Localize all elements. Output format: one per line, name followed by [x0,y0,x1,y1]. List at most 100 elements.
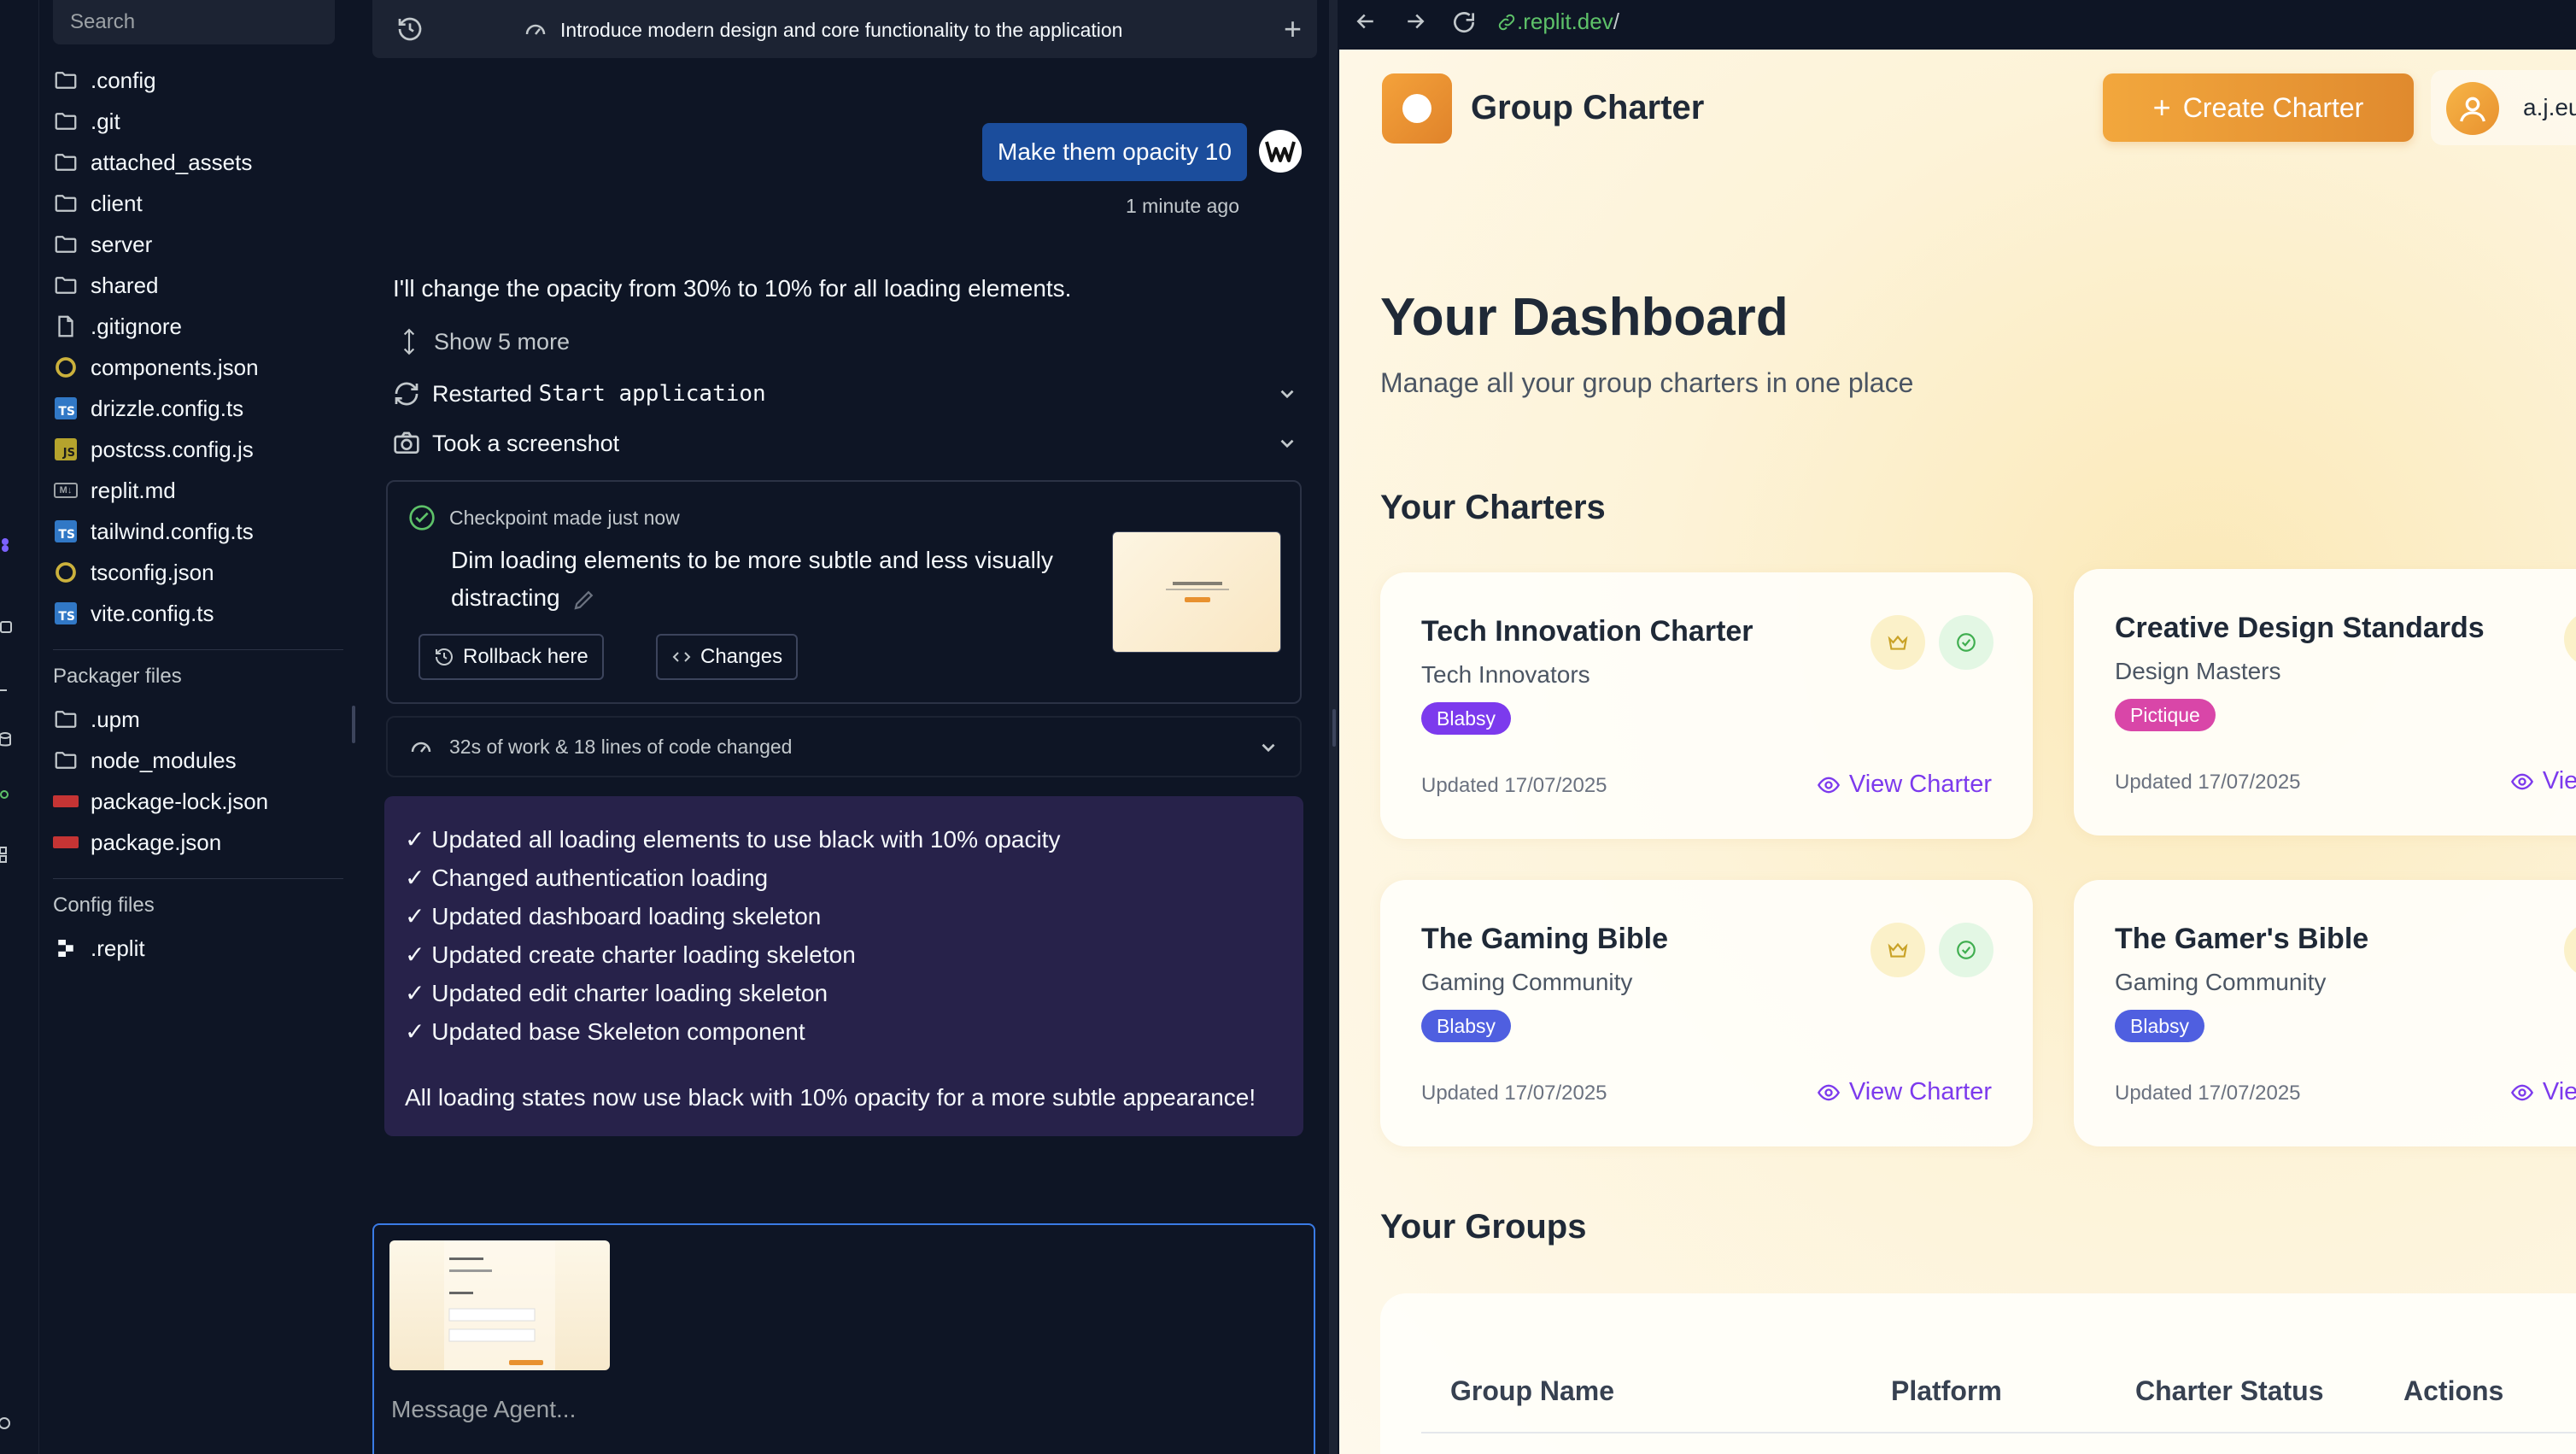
back-icon[interactable] [1353,9,1379,41]
folder-icon [53,191,79,216]
charter-card[interactable]: Creative Design Standards Design Masters P… [2074,569,2576,835]
settings-icon[interactable] [0,1415,17,1432]
user-name[interactable]: a.j.eu [2523,94,2576,121]
url-path: / [1613,9,1619,34]
file-tree-item[interactable]: components.json [53,347,343,388]
eye-icon [1817,1084,1840,1100]
table-header-charter-status[interactable]: Charter Status [2135,1375,2324,1407]
agent-icon[interactable] [0,536,17,554]
typescript-icon: TS [53,519,79,544]
view-charter-link[interactable]: View Charter [2510,1078,2576,1106]
panel-resize-handle[interactable] [1332,709,1336,747]
charter-title: Tech Innovation Charter [1421,615,1753,648]
folder-icon [53,232,79,257]
file-tree-label: .gitignore [91,313,182,339]
message-timestamp: 1 minute ago [1126,195,1239,217]
git-icon[interactable] [0,789,17,806]
file-tree-label: tsconfig.json [91,559,214,585]
file-tree-label: .upm [91,706,140,732]
create-charter-button[interactable]: + Create Charter [2103,73,2414,142]
message-composer[interactable]: Message Agent... [372,1223,1315,1454]
history-icon[interactable] [396,15,424,47]
pencil-icon[interactable] [571,587,597,613]
folder-icon [53,108,79,134]
folder-icon [53,706,79,732]
new-chat-button[interactable]: + [1284,14,1302,44]
file-tree-item[interactable]: server [53,224,343,265]
file-tree-label: package.json [91,829,222,855]
file-tree-item[interactable]: .gitignore [53,306,343,347]
charter-card[interactable]: Tech Innovation Charter Tech Innovators Bl… [1380,572,2033,839]
action-screenshot-row[interactable]: Took a screenshot [393,424,1298,463]
charter-card[interactable]: The Gamer's Bible Gaming Community Blabsy U… [2074,880,2576,1146]
apps-icon[interactable] [0,846,17,863]
url-field[interactable]: .replit.dev / [1496,9,1619,35]
view-charter-link[interactable]: View Charter [1817,1078,1992,1106]
table-header-actions[interactable]: Actions [2403,1375,2503,1407]
work-summary-row[interactable]: 32s of work & 18 lines of code changed [386,716,1302,777]
file-tree-item[interactable]: package-lock.json [53,781,343,822]
charter-card[interactable]: The Gaming Bible Gaming Community Blabsy Up… [1380,880,2033,1146]
database-icon[interactable] [0,731,17,748]
webview-url-bar: .replit.dev / [1339,0,2576,50]
file-tree-item[interactable]: .config [53,60,343,101]
json-icon [53,560,79,585]
action-restart-label: Restarted [432,380,533,407]
file-tree-label: components.json [91,354,259,380]
user-avatar-icon[interactable] [2446,82,2499,135]
forward-icon[interactable] [1402,9,1428,41]
file-tree-item[interactable]: .upm [53,699,343,740]
file-tree-item[interactable]: package.json [53,822,343,863]
view-charter-link[interactable]: View Charter [1817,771,1992,799]
table-header-platform[interactable]: Platform [1891,1375,2002,1407]
table-header-group-name[interactable]: Group Name [1450,1375,1614,1407]
file-tree-label: tailwind.config.ts [91,518,254,544]
file-tree-item[interactable]: attached_assets [53,142,343,183]
page-subtitle: Manage all your group charters in one pl… [1380,367,1914,398]
charter-group: Gaming Community [1421,969,1633,995]
attached-screenshot-thumbnail[interactable] [389,1240,610,1370]
file-search-input[interactable]: Search [53,0,335,44]
file-tree-label: shared [91,272,159,298]
file-tree-item[interactable]: TS drizzle.config.ts [53,388,343,429]
file-tree-item[interactable]: M↓ replit.md [53,470,343,511]
view-charter-link[interactable]: View Charter [2510,767,2576,795]
chat-title[interactable]: Introduce modern design and core functio… [523,17,1122,43]
platform-badge: Blabsy [1421,702,1512,735]
file-tree-item[interactable]: TS vite.config.ts [53,593,343,634]
shell-icon[interactable] [0,677,17,694]
file-tree-item[interactable]: .git [53,101,343,142]
file-tree-item[interactable]: tsconfig.json [53,552,343,593]
file-tree-label: server [91,231,153,257]
chevron-down-icon[interactable] [1276,383,1298,405]
checkpoint-screenshot-thumbnail[interactable] [1112,531,1281,653]
action-restart-row[interactable]: Restarted Start application [393,374,1298,413]
console-icon[interactable] [0,619,17,636]
gauge-icon [525,24,546,35]
file-tree-label: attached_assets [91,149,253,175]
file-tree-item[interactable]: TS tailwind.config.ts [53,511,343,552]
message-input[interactable]: Message Agent... [391,1396,576,1423]
reload-icon[interactable] [1450,9,1478,43]
json-icon [53,355,79,380]
summary-line: ✓ Updated base Skeleton component [405,1018,805,1045]
chevron-down-icon[interactable] [1257,736,1279,759]
rollback-button[interactable]: Rollback here [419,634,604,680]
charter-updated: Updated 17/07/2025 [2115,771,2301,794]
panel-resize-handle[interactable] [352,706,355,743]
typescript-icon: TS [53,396,79,421]
show-more-button[interactable]: Show 5 more [398,328,570,355]
file-tree-item[interactable]: node_modules [53,740,343,781]
file-tree-label: package-lock.json [91,788,269,814]
charter-title: The Gaming Bible [1421,923,1669,955]
chevron-down-icon[interactable] [1276,432,1298,454]
app-brand: Group Charter [1471,89,1705,126]
expand-vertical-icon [403,328,415,355]
check-circle-icon [1939,923,1993,977]
file-tree-item[interactable]: shared [53,265,343,306]
changes-button[interactable]: Changes [656,634,799,680]
file-tree-item[interactable]: JS postcss.config.js [53,429,343,470]
file-tree-item[interactable]: client [53,183,343,224]
file-tree-item[interactable]: .replit [53,928,343,969]
app-logo[interactable] [1382,73,1452,144]
